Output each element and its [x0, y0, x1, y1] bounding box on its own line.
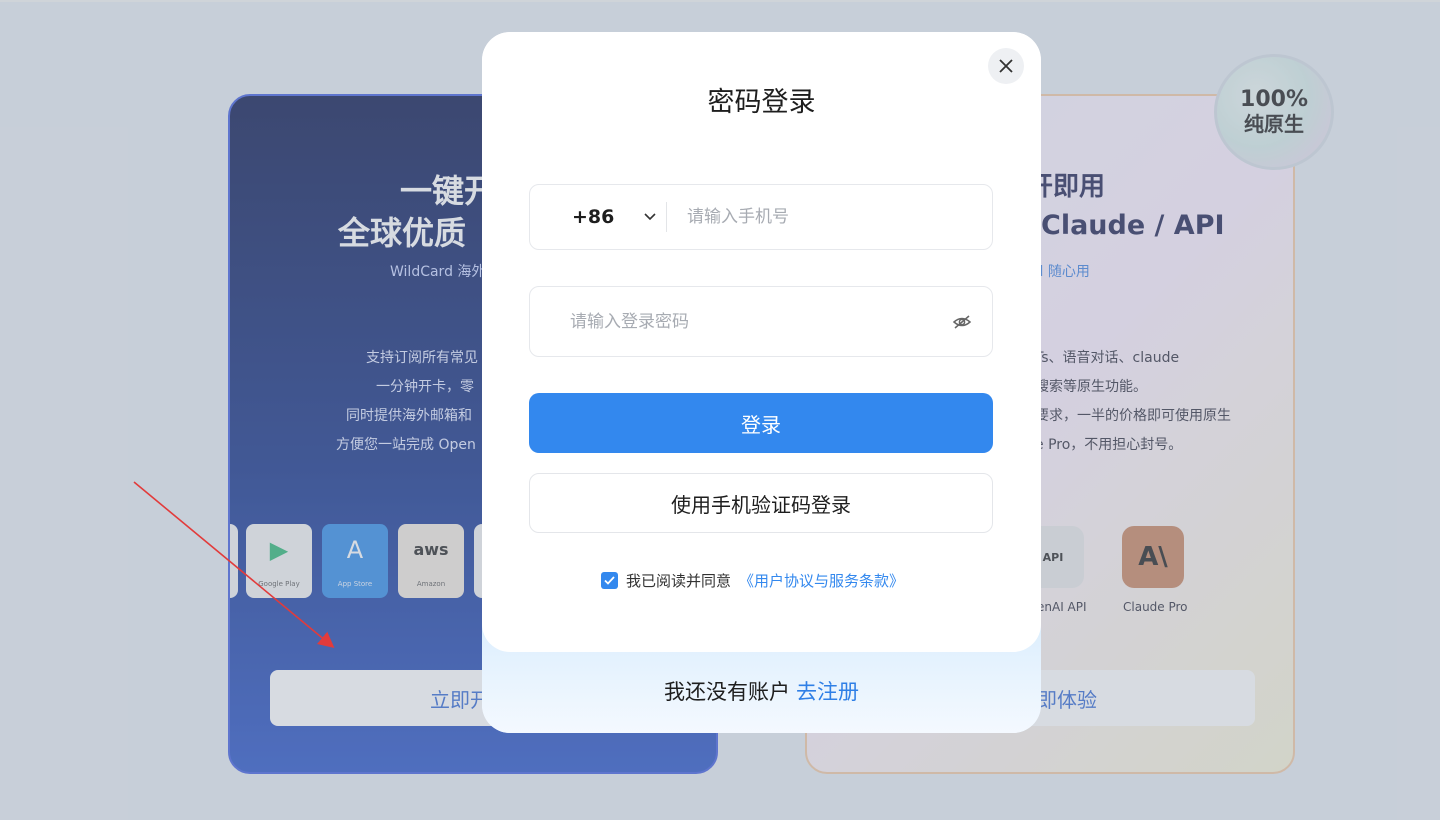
check-icon: [604, 576, 615, 585]
eye-off-icon[interactable]: [932, 314, 992, 330]
phone-field: +86: [529, 184, 993, 250]
password-input[interactable]: [530, 287, 932, 356]
close-button[interactable]: [988, 48, 1024, 84]
password-field: [529, 286, 993, 357]
agree-text: 我已阅读并同意: [626, 572, 732, 590]
register-row: 我还没有账户 去注册: [482, 676, 1041, 706]
modal-title: 密码登录: [707, 87, 816, 118]
country-code: +86: [572, 206, 615, 228]
agreement-row: 我已阅读并同意 《用户协议与服务条款》: [601, 570, 904, 591]
login-modal: 密码登录 +86 登录 使用手机验证码登录: [482, 32, 1041, 733]
agree-checkbox[interactable]: [601, 572, 618, 589]
country-code-select[interactable]: +86: [530, 185, 666, 249]
phone-input[interactable]: [667, 185, 992, 249]
sms-login-button[interactable]: 使用手机验证码登录: [529, 473, 993, 533]
terms-link[interactable]: 《用户协议与服务条款》: [739, 570, 904, 591]
login-button[interactable]: 登录: [529, 393, 993, 453]
no-account-text: 我还没有账户: [664, 680, 790, 704]
register-link[interactable]: 去注册: [796, 680, 859, 704]
modal-body: 密码登录 +86 登录 使用手机验证码登录: [482, 32, 1041, 652]
close-icon: [999, 59, 1013, 73]
chevron-down-icon: [644, 210, 656, 225]
